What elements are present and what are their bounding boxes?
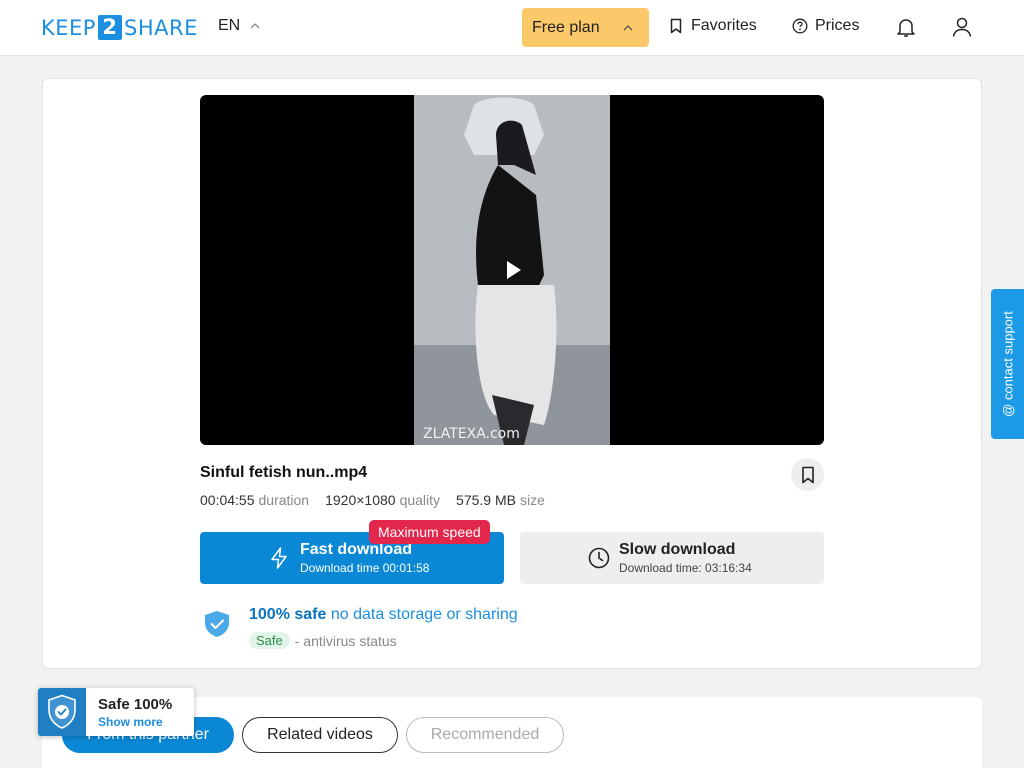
size-label: size — [519, 492, 545, 508]
video-watermark: ZLATEXA.com — [423, 426, 520, 442]
antivirus-status: Safe - antivirus status — [249, 632, 397, 649]
meta-quality: 1920×1080 quality — [325, 492, 440, 508]
logo-prefix: KEEP — [41, 15, 96, 40]
site-logo[interactable]: KEEP 2 SHARE — [41, 15, 198, 40]
meta-duration: 00:04:55 duration — [200, 492, 309, 508]
contact-support-label: @ contact support — [1000, 311, 1015, 417]
slow-download-button[interactable]: Slow download Download time: 03:16:34 — [520, 532, 824, 584]
top-header: KEEP 2 SHARE EN Free plan Favorites Pric… — [0, 0, 1024, 56]
prices-label: Prices — [815, 17, 860, 34]
file-meta: 00:04:55 duration 1920×1080 quality 575.9 … — [200, 492, 545, 508]
safe-widget-title: Safe 100% — [98, 696, 173, 713]
duration-value: 00:04:55 — [200, 492, 255, 508]
add-favorite-button[interactable] — [791, 458, 824, 491]
safe-widget-badge — [38, 688, 86, 736]
favorites-label: Favorites — [691, 17, 757, 34]
slow-download-label: Slow download — [619, 541, 736, 558]
user-icon[interactable] — [950, 15, 974, 39]
plan-label: Free plan — [532, 18, 600, 36]
bell-icon[interactable] — [894, 15, 918, 39]
question-circle-icon — [792, 18, 808, 34]
clock-icon — [588, 547, 610, 569]
favorites-link[interactable]: Favorites — [668, 17, 757, 35]
maximum-speed-badge: Maximum speed — [369, 520, 490, 544]
shield-check-icon — [48, 694, 76, 729]
language-label: EN — [218, 17, 241, 34]
prices-link[interactable]: Prices — [792, 17, 859, 35]
logo-number: 2 — [97, 15, 122, 40]
language-selector[interactable]: EN — [218, 17, 260, 35]
chevron-up-icon — [623, 24, 633, 30]
video-player[interactable]: ZLATEXA.com — [200, 95, 824, 445]
fast-download-time: Download time 00:01:58 — [300, 561, 430, 575]
safety-strong-text: 100% safe — [249, 606, 327, 623]
safety-rest-text: no data storage or sharing — [330, 606, 518, 623]
free-plan-button[interactable]: Free plan — [522, 8, 649, 47]
size-value: 575.9 MB — [456, 492, 516, 508]
bookmark-icon — [801, 466, 814, 483]
bookmark-icon — [670, 18, 682, 34]
safety-statement: 100% safe no data storage or sharing — [249, 606, 518, 624]
logo-suffix: SHARE — [123, 15, 198, 40]
shield-check-icon — [205, 611, 229, 637]
chevron-up-icon — [250, 23, 260, 29]
quality-value: 1920×1080 — [325, 492, 396, 508]
quality-label: quality — [399, 492, 441, 508]
safe-widget[interactable]: Safe 100% Show more — [38, 688, 194, 736]
show-more-link[interactable]: Show more — [98, 715, 163, 729]
tab-recommended[interactable]: Recommended — [406, 717, 564, 753]
lightning-icon — [271, 547, 287, 569]
contact-support-button[interactable]: @ contact support — [991, 289, 1024, 439]
slow-download-time: Download time: 03:16:34 — [619, 561, 752, 575]
duration-label: duration — [258, 492, 310, 508]
safe-tag: Safe — [249, 632, 290, 649]
tab-related-videos[interactable]: Related videos — [242, 717, 398, 753]
play-icon[interactable] — [507, 261, 521, 279]
antivirus-status-text: - antivirus status — [294, 632, 397, 649]
meta-size: 575.9 MB size — [456, 492, 545, 508]
file-title: Sinful fetish nun..mp4 — [200, 464, 368, 481]
